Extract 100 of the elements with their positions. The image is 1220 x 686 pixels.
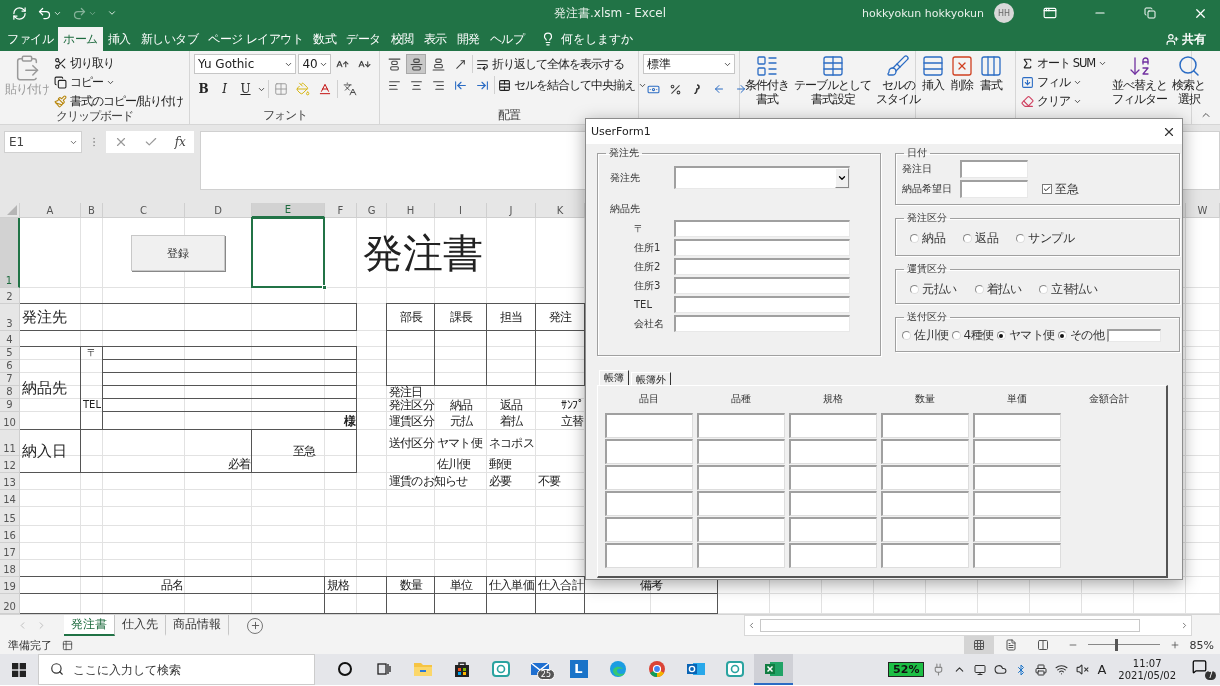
wifi-icon[interactable] [1055, 663, 1069, 676]
grid-field[interactable] [789, 543, 877, 568]
autosum-button[interactable]: オート SUM [1020, 54, 1109, 72]
styles-button[interactable]: テーブルとして 書式設定 [793, 54, 872, 124]
dropdown-button[interactable] [835, 168, 849, 188]
font-size-select[interactable]: 40 [298, 54, 331, 74]
radio-button[interactable] [1039, 285, 1048, 294]
grid-field[interactable] [881, 491, 969, 516]
radio-button[interactable] [902, 331, 911, 340]
radio-button[interactable] [963, 234, 972, 243]
redo-button[interactable] [72, 5, 97, 21]
ribbon-tab[interactable]: 表示 [418, 27, 452, 51]
date-field[interactable] [960, 160, 1028, 178]
text-field[interactable] [674, 258, 850, 275]
ribbon-tab[interactable]: 挿入 [102, 27, 136, 51]
grid-field[interactable] [697, 465, 785, 490]
grid-field[interactable] [789, 465, 877, 490]
ribbon-tab[interactable]: データ [341, 27, 386, 51]
radio-button[interactable] [910, 234, 919, 243]
vertical-align-button[interactable] [406, 54, 426, 74]
clock[interactable]: 11:07 2021/05/02 [1114, 657, 1180, 682]
ribbon-tab[interactable]: 数式 [308, 27, 342, 51]
mute-icon[interactable] [1076, 663, 1090, 676]
zoom-in-icon[interactable] [1169, 640, 1180, 650]
styles-button[interactable]: セルの スタイル [875, 54, 921, 124]
radio-button[interactable] [1057, 331, 1067, 340]
share-button[interactable]: 共有 [1160, 27, 1212, 51]
cloud-icon[interactable] [994, 663, 1008, 676]
autosave-button[interactable] [12, 5, 27, 21]
ribbon-tab[interactable]: ホーム [58, 27, 103, 51]
grid-field[interactable] [605, 543, 693, 568]
name-box[interactable]: E1 [4, 131, 82, 153]
grid-field[interactable] [697, 543, 785, 568]
ribbon-tab[interactable]: ページ レイアウト [203, 27, 309, 51]
cut-button[interactable]: 切り取り [53, 54, 184, 72]
check-icon[interactable] [144, 135, 159, 149]
grid-field[interactable] [605, 413, 693, 438]
view-button[interactable] [963, 636, 994, 654]
clear-button[interactable]: クリア [1020, 92, 1109, 110]
insert-function-button[interactable]: fx [174, 135, 186, 149]
radio-button[interactable] [996, 331, 1006, 340]
grid-field[interactable] [881, 439, 969, 464]
date-field[interactable] [960, 180, 1028, 198]
grid-field[interactable] [605, 517, 693, 542]
wrap-text-button[interactable]: 折り返して全体を表示する [475, 55, 625, 73]
italic-button[interactable]: I [215, 79, 234, 99]
number-format-select[interactable]: 標準 [643, 54, 735, 74]
printer-icon[interactable] [1035, 663, 1048, 676]
find-select-button[interactable]: 検索と 選択 [1171, 54, 1207, 124]
grid-field[interactable] [789, 491, 877, 516]
grid-field[interactable] [973, 465, 1061, 490]
cells-button[interactable]: 書式 [978, 54, 1004, 124]
macro-record-icon[interactable] [62, 639, 73, 651]
horizontal-scrollbar[interactable] [744, 615, 1192, 636]
radio-button[interactable] [951, 331, 961, 340]
radio-button[interactable] [910, 285, 919, 294]
grid-field[interactable] [605, 439, 693, 464]
text-field[interactable] [674, 315, 850, 332]
bold-button[interactable]: B [194, 79, 213, 99]
form-tab[interactable]: 帳簿 [599, 370, 629, 385]
merge-center-button[interactable]: セルを結合して中央揃え [497, 76, 648, 94]
grid-field[interactable] [973, 491, 1061, 516]
user-avatar[interactable]: HH [994, 3, 1014, 23]
tell-me-search[interactable]: 何をしますか [537, 27, 638, 51]
grid-field[interactable] [605, 465, 693, 490]
cells-button[interactable]: 挿入 [920, 54, 946, 124]
cells-button[interactable]: 削除 [949, 54, 975, 124]
fill-button[interactable]: フィル [1020, 73, 1109, 91]
grid-field[interactable] [881, 543, 969, 568]
copy-button[interactable]: コピー [53, 73, 184, 91]
grid-field[interactable] [973, 517, 1061, 542]
grid-field[interactable] [697, 439, 785, 464]
text-field[interactable] [674, 239, 850, 256]
grid-field[interactable] [973, 439, 1061, 464]
battery-indicator[interactable]: 52% [888, 662, 925, 677]
grid-field[interactable] [973, 543, 1061, 568]
scrollbar-thumb[interactable] [760, 619, 1140, 632]
register-button[interactable]: 登録 [130, 235, 225, 271]
ribbon-tab[interactable]: ファイル [2, 27, 58, 51]
ime-button[interactable]: A [1097, 662, 1107, 677]
grid-field[interactable] [605, 491, 693, 516]
form-tab[interactable]: 帳簿外 [631, 372, 671, 385]
radio-button[interactable] [974, 285, 984, 294]
search-field[interactable]: ここに入力して検索 [38, 654, 315, 685]
grid-field[interactable] [697, 491, 785, 516]
ribbon-tab[interactable]: 校閲 [385, 27, 419, 51]
text-field[interactable] [674, 296, 850, 313]
taskbar-app[interactable]: L [559, 654, 598, 685]
sort-filter-button[interactable]: 並べ替えと フィルター [1111, 54, 1169, 124]
grid-field[interactable] [881, 517, 969, 542]
sheet-tab[interactable]: 発注書 [64, 615, 115, 636]
notification-button[interactable]: 7 [1188, 659, 1216, 680]
row-header[interactable]: 1 [0, 218, 20, 288]
text-field[interactable] [1107, 329, 1162, 342]
customize-button[interactable] [107, 8, 117, 18]
grid-field[interactable] [973, 413, 1061, 438]
styles-button[interactable]: 条件付き 書式 [744, 54, 790, 124]
grid-field[interactable] [697, 413, 785, 438]
format-painter-button[interactable]: 書式のコピー/貼り付け [53, 92, 184, 110]
font-name-select[interactable]: Yu Gothic [194, 54, 297, 74]
